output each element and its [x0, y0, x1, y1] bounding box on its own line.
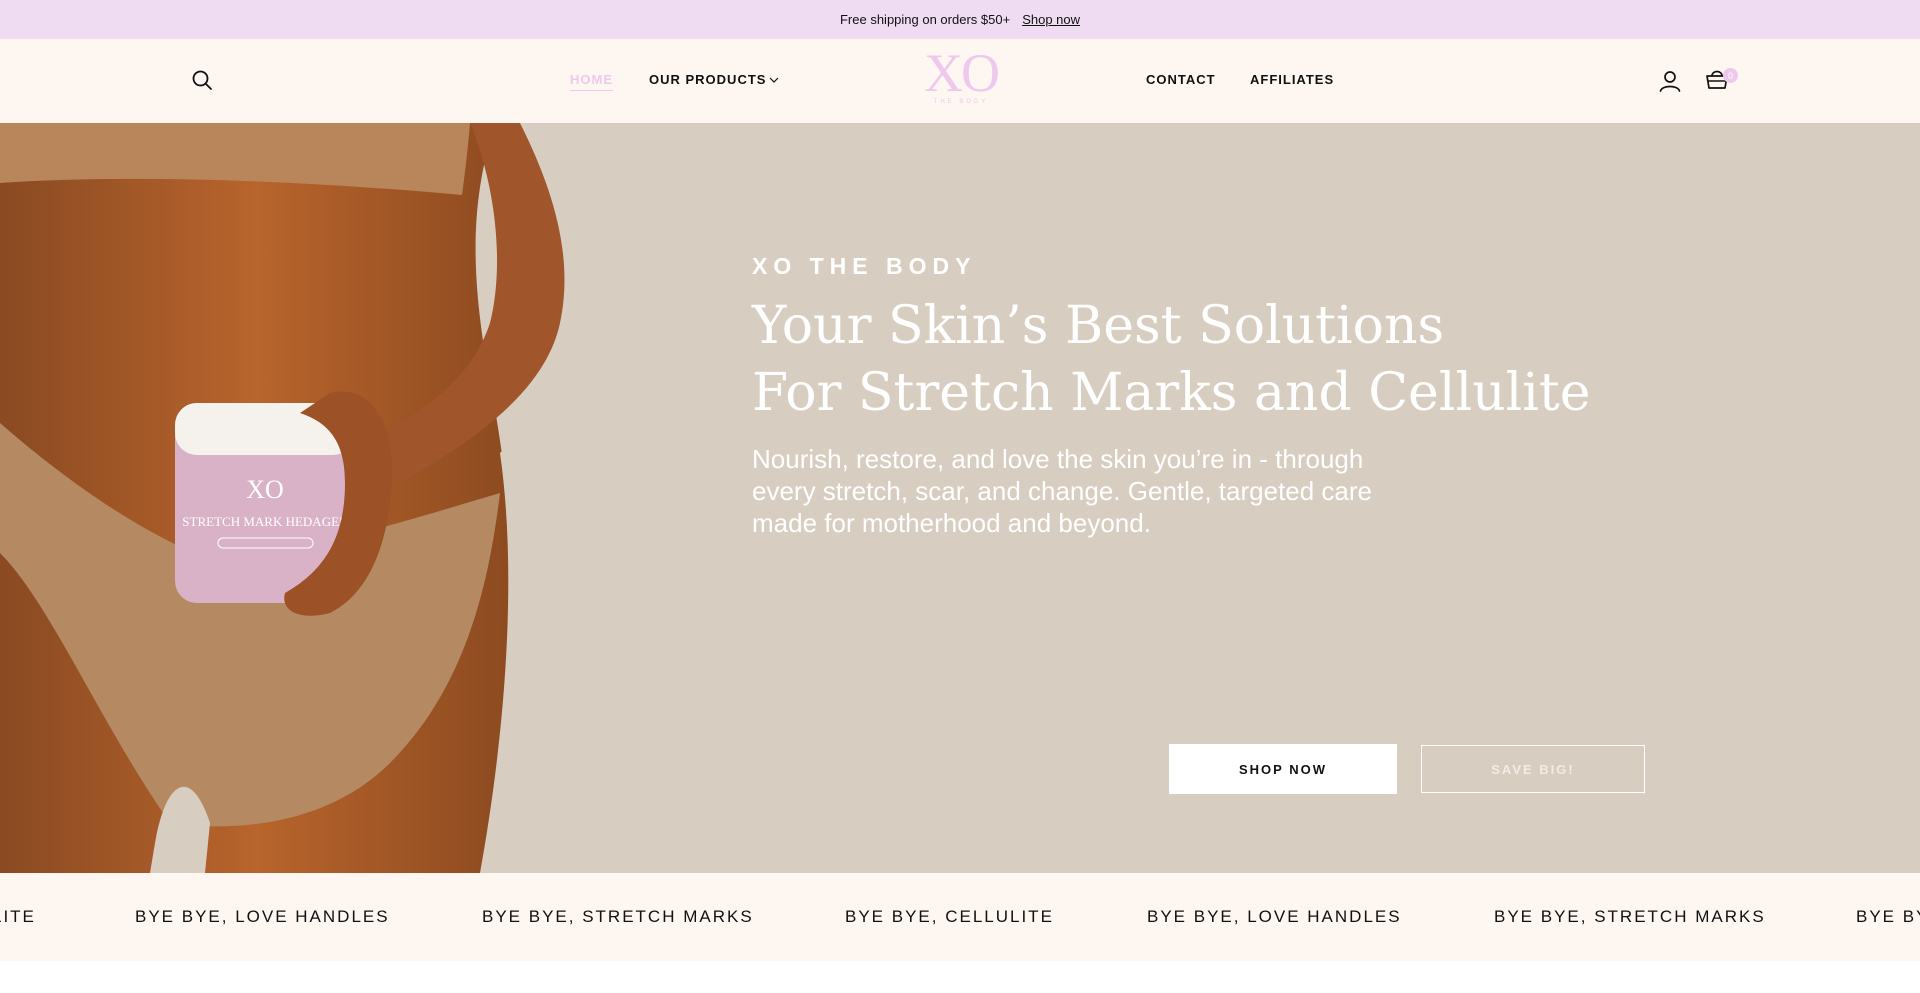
- site-header: HOME OUR PRODUCTS XO THE BODY CONTACT AF…: [0, 39, 1920, 123]
- nav-contact[interactable]: CONTACT: [1146, 72, 1216, 87]
- marquee-item: LITE: [0, 907, 36, 926]
- hero-model-image: XO STRETCH MARK HEDAGER: [0, 123, 720, 873]
- marquee-item: BYE BYE, STRETCH MARKS: [1494, 907, 1766, 926]
- hero-headline-line2: For Stretch Marks and Cellulite: [752, 363, 1591, 423]
- marquee-item: BYE BYE, LOVE HANDLES: [135, 907, 390, 926]
- save-big-button[interactable]: SAVE BIG!: [1421, 745, 1645, 793]
- jar-label: STRETCH MARK HEDAGER: [182, 514, 348, 529]
- chevron-down-icon: [770, 77, 779, 83]
- logo-mark: XO: [924, 43, 1000, 103]
- hero-subcopy: Nourish, restore, and love the skin you’…: [752, 444, 1373, 538]
- marquee-item: BYE BY: [1856, 907, 1920, 926]
- announcement-bar: Free shipping on orders $50+ Shop now: [0, 0, 1920, 39]
- nav-affiliates[interactable]: AFFILIATES: [1250, 72, 1334, 87]
- search-icon[interactable]: [190, 68, 214, 92]
- nav-our-products-label: OUR PRODUCTS: [649, 72, 767, 87]
- hero-headline-line1: Your Skin’s Best Solutions: [752, 296, 1445, 356]
- nav-home[interactable]: HOME: [570, 72, 613, 91]
- marquee-strip: LITE BYE BYE, LOVE HANDLES BYE BYE, STRE…: [0, 873, 1920, 961]
- hero-banner: XO STRETCH MARK HEDAGER XO THE BODY Your…: [0, 123, 1920, 873]
- account-icon[interactable]: [1657, 68, 1683, 94]
- shop-now-link[interactable]: Shop now: [1022, 12, 1080, 27]
- jar-logo: XO: [246, 475, 284, 504]
- hero-eyebrow: XO THE BODY: [752, 253, 977, 279]
- site-logo[interactable]: XO THE BODY: [920, 43, 1002, 113]
- marquee-item: BYE BYE, CELLULITE: [845, 907, 1054, 926]
- shop-now-button[interactable]: SHOP NOW: [1169, 744, 1397, 794]
- nav-our-products[interactable]: OUR PRODUCTS: [649, 72, 779, 87]
- announcement-text: Free shipping on orders $50+: [839, 12, 1011, 27]
- hero-headline: Your Skin’s Best Solutions For Stretch M…: [752, 293, 1652, 427]
- cart-count-badge: 0: [1723, 68, 1738, 83]
- marquee-item: BYE BYE, LOVE HANDLES: [1147, 907, 1402, 926]
- marquee-item: BYE BYE, STRETCH MARKS: [482, 907, 754, 926]
